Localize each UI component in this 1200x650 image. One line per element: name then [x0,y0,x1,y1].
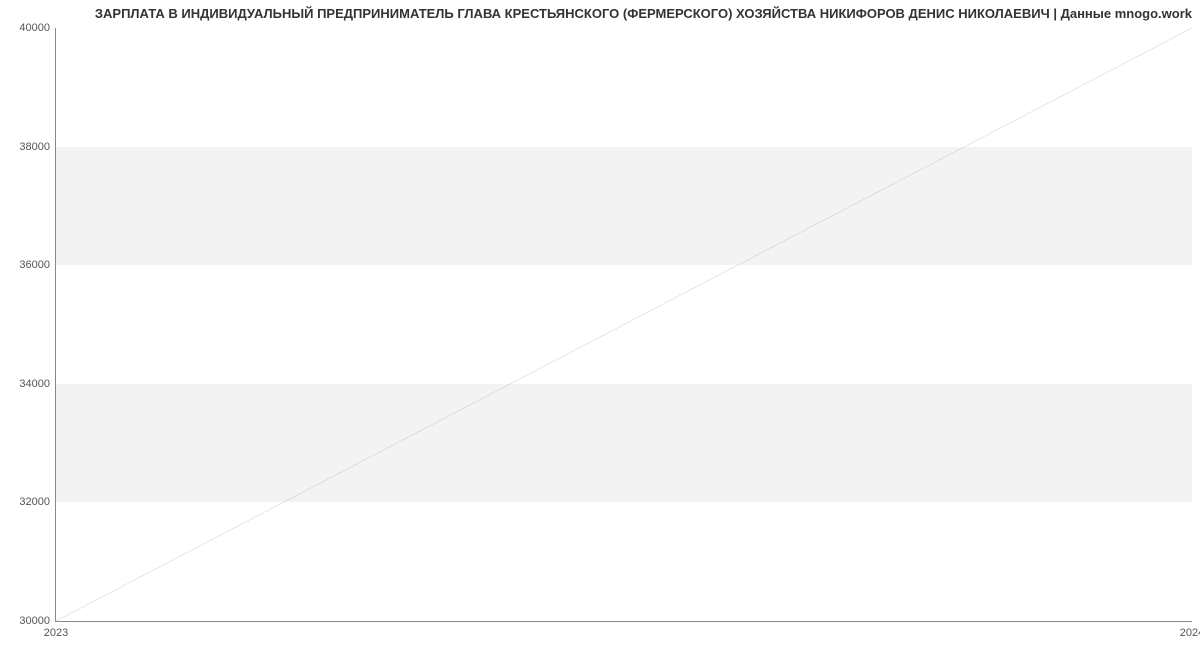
x-tick-label: 2024 [1180,627,1200,639]
x-tick-label: 2023 [44,627,68,639]
y-tick-label: 40000 [19,22,50,34]
y-tick-label: 36000 [19,259,50,271]
chart-line [56,28,1192,621]
y-tick-label: 32000 [19,496,50,508]
chart-title: ЗАРПЛАТА В ИНДИВИДУАЛЬНЫЙ ПРЕДПРИНИМАТЕЛ… [95,6,1192,21]
plot-area: 30000 32000 34000 36000 38000 40000 2023… [55,28,1192,622]
y-tick-label: 38000 [19,141,50,153]
chart-container: ЗАРПЛАТА В ИНДИВИДУАЛЬНЫЙ ПРЕДПРИНИМАТЕЛ… [0,0,1200,650]
y-tick-label: 34000 [19,378,50,390]
y-tick-label: 30000 [19,615,50,627]
